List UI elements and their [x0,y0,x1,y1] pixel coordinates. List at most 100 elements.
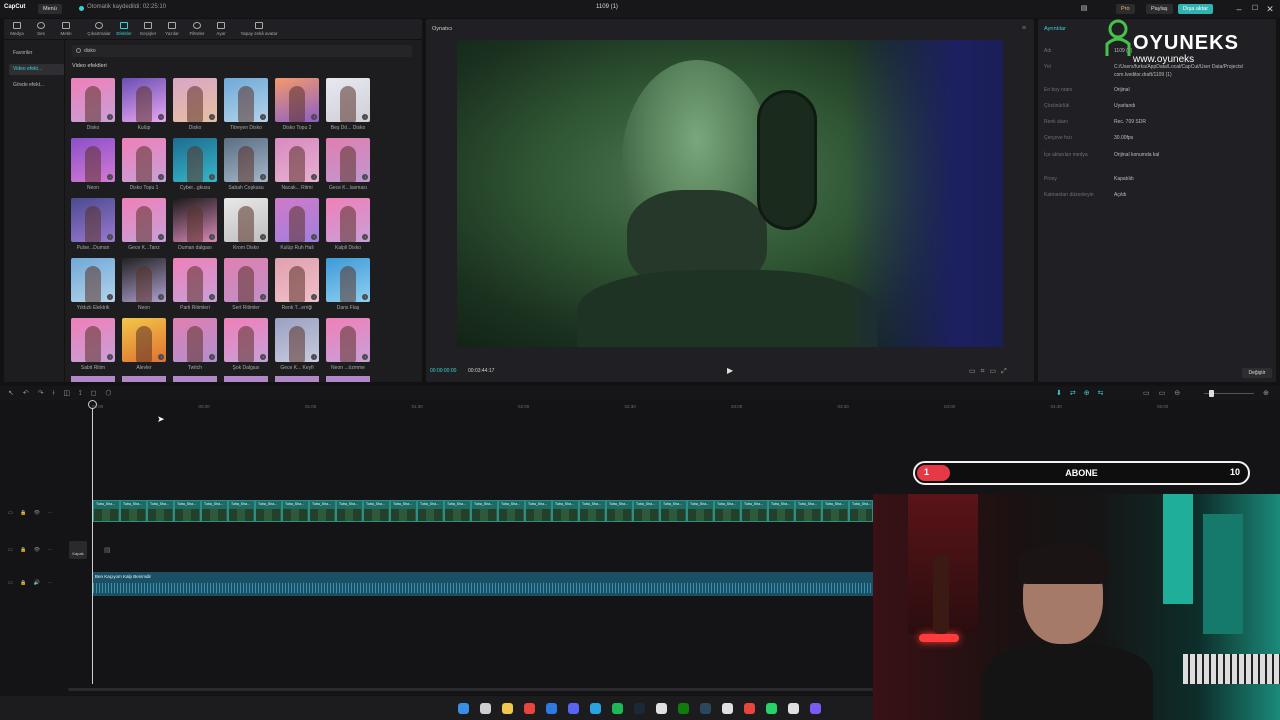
effect-item-partial[interactable] [173,376,217,382]
video-clip[interactable]: Tuba_Sha... [768,500,795,522]
download-icon[interactable]: ↓ [209,294,215,300]
pro-badge[interactable]: Pro [1116,4,1135,14]
effect-item[interactable]: ↓ Sabit Ritim [71,318,115,372]
download-icon[interactable]: ↓ [362,234,368,240]
effect-item[interactable]: ↓ Dans Flaş [326,258,370,312]
effect-item[interactable]: ↓ Kalpli Disko [326,198,370,252]
effect-item-partial[interactable] [326,376,370,382]
video-clip[interactable]: Tuba_Sha... [606,500,633,522]
effect-item[interactable]: ↓ Duman dalgası [173,198,217,252]
video-clip[interactable]: Tuba_Sha... [282,500,309,522]
effect-item[interactable]: ↓ Disko Topu 2 [275,78,319,132]
chrome-icon[interactable] [524,703,535,714]
download-icon[interactable]: ↓ [158,114,164,120]
download-icon[interactable]: ↓ [158,354,164,360]
search-input[interactable]: disko [72,45,412,57]
video-clip[interactable]: Tuba_Sha... [525,500,552,522]
video-clip[interactable]: Tuba_Sha... [309,500,336,522]
maximize-icon[interactable]: ☐ [1249,3,1261,15]
download-icon[interactable]: ↓ [260,114,266,120]
effect-item-partial[interactable] [71,376,115,382]
nav-body-effects[interactable]: Gövde efekt... [9,80,64,91]
download-icon[interactable]: ↓ [311,174,317,180]
layout-icon[interactable]: ▤ [1078,3,1090,15]
video-clip[interactable]: Tuba_Sha... [147,500,174,522]
effect-item[interactable]: ↓ Nacak... Ritmi [275,138,319,192]
download-icon[interactable]: ↓ [158,294,164,300]
tab-ai-avatar[interactable]: Yapay zekâ avatar [236,19,282,39]
tab-effects[interactable]: Efektler [113,19,135,39]
video-clip[interactable]: Tuba_Sha... [201,500,228,522]
video-clip[interactable]: Tuba_Sha... [444,500,471,522]
menu-button[interactable]: Menü [38,4,62,14]
app-icon[interactable] [810,703,821,714]
telegram-icon[interactable] [590,703,601,714]
download-icon[interactable]: ↓ [311,114,317,120]
tab-transitions[interactable]: Geçişler [137,19,159,39]
windows-start-icon[interactable] [458,703,469,714]
effect-item[interactable]: ↓ Titreyen Disko [224,78,268,132]
edit-tools[interactable]: ↖↶↷⟊◫⟟◻⬡ [8,389,121,398]
audio-clip[interactable]: Ben Kaçıyom Kalp Benimdir [93,572,873,596]
effect-item-partial[interactable] [122,376,166,382]
effect-item[interactable]: ↓ Disko [71,78,115,132]
tab-captions[interactable]: Yazılar [161,19,183,39]
video-clip[interactable]: Tuba_Sha... [687,500,714,522]
audio-track-controls[interactable]: ▭ 🔒 🔊 ⋯ [8,580,55,586]
timeline-scrollbar[interactable] [68,688,873,691]
download-icon[interactable]: ↓ [107,174,113,180]
video-clip[interactable]: Tuba_Sha... [336,500,363,522]
tab-adjust[interactable]: Ayar [210,19,232,39]
effect-item[interactable]: ↓ Gece K... Keyfi [275,318,319,372]
effect-item[interactable]: ↓ Parti Ritimleri [173,258,217,312]
download-icon[interactable]: ↓ [209,174,215,180]
download-icon[interactable]: ↓ [260,234,266,240]
tab-stickers[interactable]: Çıkartmalar [84,19,114,39]
effect-item[interactable]: ↓ Yıldızlı Elektrik [71,258,115,312]
download-icon[interactable]: ↓ [311,234,317,240]
download-icon[interactable]: ↓ [362,114,368,120]
effect-item[interactable]: ↓ Twitch [173,318,217,372]
obs-icon[interactable] [722,703,733,714]
video-clip[interactable]: Tuba_Sha... [660,500,687,522]
snap-tools[interactable]: ⬇⇄⊕⇆ [1056,389,1111,397]
playhead[interactable] [92,404,93,684]
video-clip[interactable]: Tuba_Sha... [120,500,147,522]
nav-favorites[interactable]: Favoriler [9,48,64,59]
steam-icon-2[interactable] [700,703,711,714]
effect-item[interactable]: ↓ Neon [122,258,166,312]
download-icon[interactable]: ↓ [209,114,215,120]
download-icon[interactable]: ↓ [311,354,317,360]
effect-item[interactable]: ↓ Gece K...lasması [326,138,370,192]
cover-track-controls[interactable]: ▭ 🔒 👁 ⋯ [8,547,55,553]
tab-media[interactable]: Medya [6,19,28,39]
effect-item[interactable]: ↓ Disko Topu 1 [122,138,166,192]
effect-item[interactable]: ↓ Şok Dalgası [224,318,268,372]
effect-item[interactable]: ↓ Krom Disko [224,198,268,252]
video-clip[interactable]: Tuba_Sha... [579,500,606,522]
menu-icon[interactable]: ≡ [1022,25,1026,32]
video-clip[interactable]: Tuba_Sha... [363,500,390,522]
effect-item[interactable]: ↓ Cyber...gkusu [173,138,217,192]
zoom-slider-handle[interactable] [1209,390,1214,397]
video-clip[interactable]: Tuba_Sha... [552,500,579,522]
tab-audio[interactable]: Ses [30,19,52,39]
download-icon[interactable]: ↓ [362,294,368,300]
player-controls[interactable]: ▭⌗▭⤢ [969,367,1012,376]
video-clip[interactable]: Tuba_Sha... [417,500,444,522]
chrome-icon-2[interactable] [744,703,755,714]
effect-item[interactable]: ↓ Neon [71,138,115,192]
video-clip[interactable]: Tuba_Sha... [795,500,822,522]
effect-item[interactable]: ↓ Neon ...özmme [326,318,370,372]
change-button[interactable]: Değiştir [1242,368,1272,378]
effect-item[interactable]: ↓ Renk T...erriği [275,258,319,312]
download-icon[interactable]: ↓ [107,114,113,120]
video-track-controls[interactable]: ▭ 🔒 👁 ⋯ [8,510,55,516]
cover-button[interactable]: Kapak [69,541,87,559]
video-clip[interactable]: Tuba_Sha... [255,500,282,522]
video-preview[interactable] [457,40,1003,347]
video-clip[interactable]: Tuba_Sha... [498,500,525,522]
file-explorer-icon[interactable] [502,703,513,714]
download-icon[interactable]: ↓ [158,174,164,180]
video-clip[interactable]: Tuba_Sha... [741,500,768,522]
